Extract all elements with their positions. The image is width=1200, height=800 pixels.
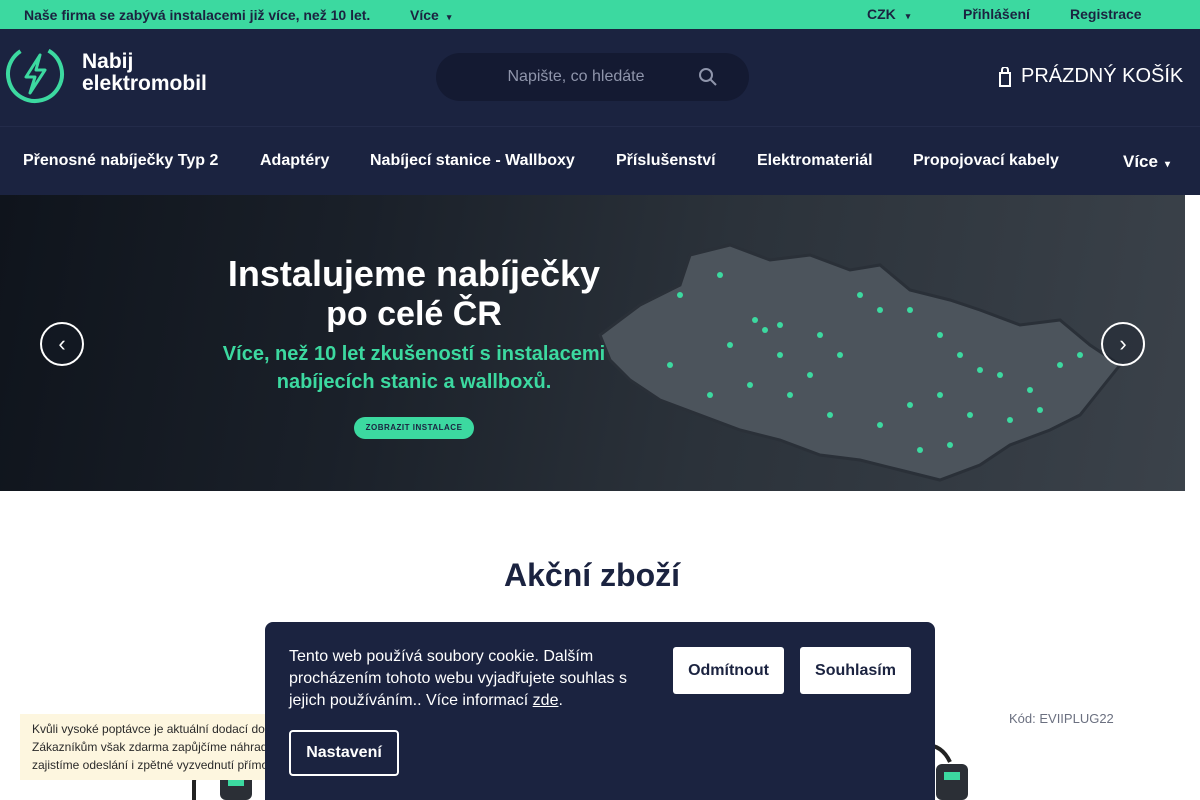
logo-line1: Nabij	[82, 50, 134, 73]
nav-item-accessories[interactable]: Příslušenství	[616, 152, 716, 170]
chevron-down-icon: ▾	[905, 11, 911, 21]
cart-button[interactable]: PRÁZDNÝ KOŠÍK	[999, 65, 1183, 88]
logo-wordmark: Nabij elektromobil	[82, 51, 207, 95]
section-title: Akční zboží	[503, 557, 681, 593]
info-message: Naše firma se zabývá instalacemi již víc…	[24, 7, 371, 23]
banner-subheading-line2: nabíjecích stanic a wallboxů.	[276, 371, 552, 393]
carousel-next-button[interactable]: ›	[1101, 322, 1145, 366]
chevron-down-icon: ▾	[1164, 159, 1171, 170]
lightning-logo-icon	[6, 45, 64, 103]
search-icon[interactable]	[698, 67, 718, 87]
show-installations-button[interactable]: ZOBRAZIT INSTALACE	[354, 417, 474, 439]
cookie-more-info-link[interactable]: zde	[533, 692, 559, 709]
nav-item-wallboxes[interactable]: Nabíjecí stanice - Wallboxy	[370, 152, 575, 170]
cart-label: PRÁZDNÝ KOŠÍK	[1021, 65, 1184, 87]
chevron-left-icon: ‹	[58, 331, 66, 356]
cookie-text: Tento web používá soubory cookie. Dalším…	[289, 646, 649, 712]
chevron-right-icon: ›	[1119, 331, 1127, 356]
cookie-reject-button[interactable]: Odmítnout	[673, 647, 784, 694]
cart-icon	[999, 66, 1011, 87]
login-link[interactable]: Přihlášení	[963, 6, 1030, 22]
banner-heading-line1: Instalujeme nabíječky	[227, 253, 601, 294]
czech-map-image	[598, 243, 1123, 482]
search-input[interactable]	[456, 53, 696, 101]
carousel-prev-button[interactable]: ‹	[40, 322, 84, 366]
cookie-message: Tento web používá soubory cookie. Dalším…	[289, 648, 627, 709]
site-logo[interactable]: Nabij elektromobil	[4, 43, 234, 105]
logo-line2: elektromobil	[82, 72, 207, 95]
main-navigation: Přenosné nabíječky Typ 2 Adaptéry Nabíje…	[0, 126, 1200, 195]
chevron-down-icon: ▾	[446, 12, 452, 22]
cookie-text-suffix: .	[558, 692, 563, 709]
register-link[interactable]: Registrace	[1070, 6, 1142, 22]
nav-more-label: Více	[1123, 152, 1158, 171]
nav-item-connecting-cables[interactable]: Propojovací kabely	[913, 152, 1059, 170]
product-code: Kód: EVIIPLUG22	[1009, 711, 1114, 726]
nav-item-portable-chargers[interactable]: Přenosné nabíječky Typ 2	[23, 152, 218, 170]
top-info-bar: Naše firma se zabývá instalacemi již víc…	[0, 0, 1200, 29]
nav-more-menu[interactable]: Více ▾	[1123, 152, 1170, 172]
currency-selector[interactable]: CZK ▾	[867, 6, 910, 22]
search-box	[436, 53, 749, 101]
page: Naše firma se zabývá instalacemi již víc…	[0, 0, 1200, 800]
site-header: Nabij elektromobil PRÁZDNÝ KOŠÍK	[0, 29, 1200, 126]
nav-item-electrical-material[interactable]: Elektromateriál	[757, 152, 873, 170]
banner-subheading-line1: Více, než 10 let zkušeností s instalacem…	[222, 343, 606, 365]
banner-heading-line2: po celé ČR	[326, 295, 502, 333]
nav-item-adapters[interactable]: Adaptéry	[260, 152, 329, 170]
cookie-settings-button[interactable]: Nastavení	[289, 730, 399, 776]
currency-label: CZK	[867, 6, 896, 22]
cookie-consent-dialog: Tento web používá soubory cookie. Dalším…	[265, 622, 935, 800]
info-more-label: Více	[410, 7, 439, 23]
cookie-accept-button[interactable]: Souhlasím	[800, 647, 911, 694]
hero-banner[interactable]: Instalujeme nabíječky po celé ČR Více, n…	[0, 195, 1185, 491]
info-more-link[interactable]: Více ▾	[410, 7, 451, 23]
